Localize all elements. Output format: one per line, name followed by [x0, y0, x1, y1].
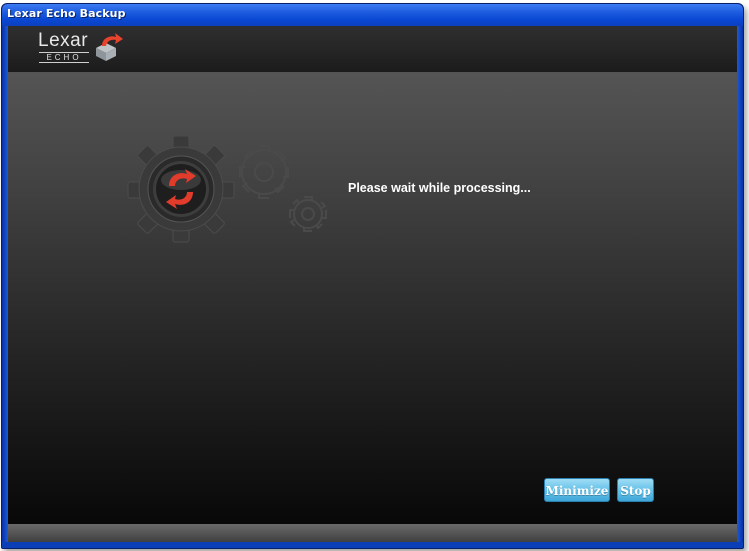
footer-bar — [8, 524, 737, 542]
logo-subtitle: ECHO — [39, 52, 89, 63]
minimize-button[interactable]: Minimize — [544, 478, 610, 502]
title-bar[interactable]: Lexar Echo Backup — [2, 4, 743, 26]
app-content: Lexar ECHO Please wait while processing.… — [8, 26, 737, 542]
app-header: Lexar ECHO — [8, 26, 737, 72]
small-gear-icon — [289, 196, 327, 232]
logo-word: Lexar — [38, 30, 89, 51]
window-frame-bottom — [2, 542, 743, 548]
gear-icon — [239, 145, 289, 199]
window-frame-right — [737, 26, 743, 548]
app-window: Lexar Echo Backup Lexar ECHO Please wait… — [1, 3, 744, 549]
sync-gear-icon — [127, 135, 235, 243]
logo-arrow-icon — [96, 33, 123, 61]
stop-button[interactable]: Stop — [617, 478, 654, 502]
lexar-echo-logo: Lexar ECHO — [38, 30, 138, 70]
window-title: Lexar Echo Backup — [7, 7, 126, 20]
status-message: Please wait while processing... — [348, 181, 531, 195]
processing-gears — [127, 135, 327, 243]
